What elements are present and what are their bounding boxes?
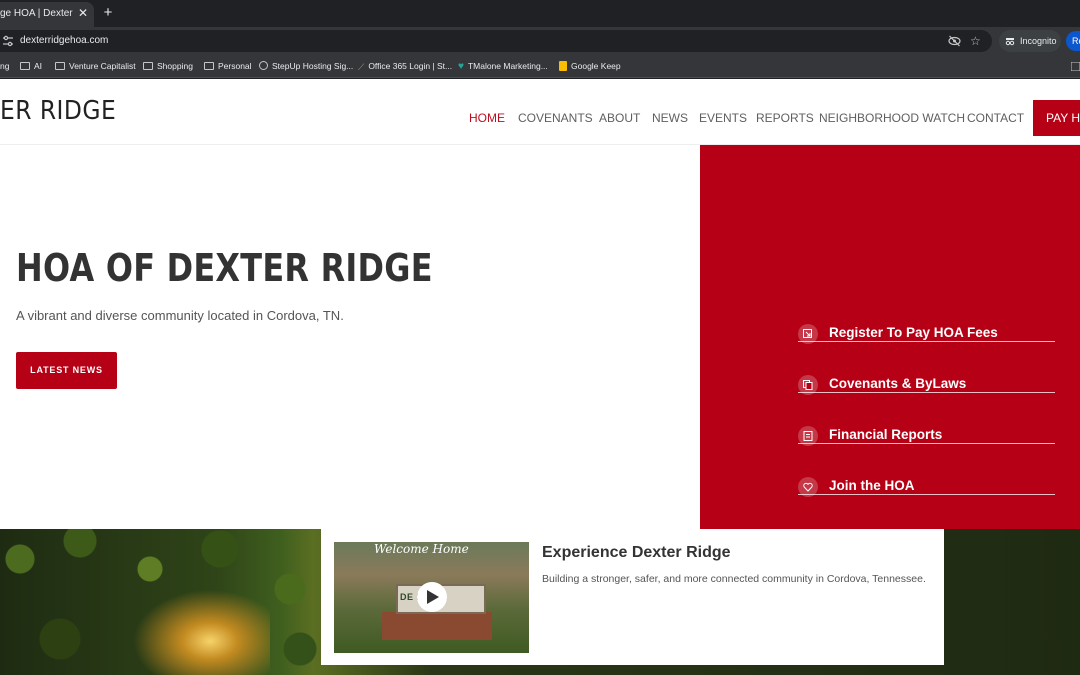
folder-icon — [143, 61, 153, 70]
bookmark-star-icon[interactable]: ☆ — [970, 34, 981, 48]
quick-link-label: Join the HOA — [829, 478, 915, 493]
site-header: ER RIDGE HOME COVENANTS ABOUT NEWS EVENT… — [0, 79, 1080, 145]
hero-subtitle: A vibrant and diverse community located … — [16, 308, 344, 323]
bookmark-folder-ai[interactable]: AI — [20, 54, 42, 78]
bookmark-label: TMalone Marketing... — [467, 61, 548, 71]
bookmark-folder-shopping[interactable]: Shopping — [143, 54, 193, 78]
feature-card: DE RIDGE Welcome Home Experience Dexter … — [321, 529, 944, 665]
site-settings-icon[interactable] — [2, 35, 14, 47]
bookmark-label: Google Keep — [571, 61, 621, 71]
nav-news[interactable]: NEWS — [652, 111, 688, 125]
bookmark-item[interactable]: ng — [0, 54, 9, 78]
eye-off-icon[interactable] — [948, 35, 961, 47]
bookmark-google-keep[interactable]: Google Keep — [559, 54, 621, 78]
bookmark-folder-personal[interactable]: Personal — [204, 54, 252, 78]
quick-link-label: Financial Reports — [829, 427, 943, 442]
card-text: Building a stronger, safer, and more con… — [542, 573, 926, 585]
tm-icon: ♥ — [458, 60, 464, 72]
url-text[interactable]: dexterridgehoa.com — [20, 30, 108, 52]
nav-contact[interactable]: CONTACT — [967, 111, 1024, 125]
folder-icon — [20, 61, 30, 70]
heart-icon — [798, 477, 818, 497]
video-thumbnail[interactable]: DE RIDGE Welcome Home — [334, 542, 529, 653]
bookmark-label: ng — [0, 61, 10, 71]
incognito-icon — [1005, 38, 1015, 46]
folder-icon — [55, 61, 65, 70]
tab-strip: ge HOA | Dexter Ridg ✕ + — [0, 0, 1080, 27]
copy-icon — [798, 375, 818, 395]
quick-link-label: Covenants & ByLaws — [829, 376, 967, 391]
bookmark-tmalone-marketing[interactable]: ♥ TMalone Marketing... — [458, 54, 548, 78]
latest-news-button[interactable]: LATEST NEWS — [16, 352, 117, 389]
nav-neighborhood-watch[interactable]: NEIGHBORHOOD WATCH — [819, 111, 965, 125]
quick-link-label: Register To Pay HOA Fees — [829, 325, 998, 340]
browser-toolbar: dexterridgehoa.com ☆ Incognito Re — [0, 27, 1080, 54]
incognito-label: Incognito — [1020, 36, 1057, 46]
address-bar[interactable]: dexterridgehoa.com ☆ — [0, 30, 992, 52]
nav-events[interactable]: EVENTS — [699, 111, 747, 125]
quick-link-register[interactable]: Register To Pay HOA Fees — [798, 291, 1055, 344]
bookmarks-bar: ng AI Venture Capitalist Shopping Person… — [0, 54, 1080, 78]
bookmark-label: StepUp Hosting Sig... — [272, 61, 354, 71]
site-logo[interactable]: ER RIDGE — [0, 96, 116, 126]
bookmark-label: Shopping — [157, 61, 193, 71]
bookmark-label: Personal — [218, 61, 252, 71]
bookmark-office365[interactable]: ⟋ Office 365 Login | St... — [358, 54, 452, 78]
nav-home[interactable]: HOME — [469, 111, 505, 125]
card-title: Experience Dexter Ridge — [542, 544, 731, 561]
brick-wall — [382, 612, 492, 640]
new-tab-button[interactable]: + — [101, 4, 115, 22]
bookmark-label: Office 365 Login | St... — [368, 61, 453, 71]
hero-title: HOA OF DEXTER RIDGE — [16, 246, 433, 290]
sunlight-glow — [120, 581, 270, 675]
webpage: ER RIDGE HOME COVENANTS ABOUT NEWS EVENT… — [0, 79, 1080, 675]
bookmark-folder-venture-capitalist[interactable]: Venture Capitalist — [55, 54, 136, 78]
nav-about[interactable]: ABOUT — [599, 111, 640, 125]
folder-icon — [204, 61, 214, 70]
leaf-icon: ⟋ — [358, 61, 365, 72]
incognito-badge[interactable]: Incognito — [999, 30, 1061, 52]
relaunch-button[interactable]: Re — [1066, 31, 1080, 51]
bookmark-label: Venture Capitalist — [69, 61, 136, 71]
keep-icon — [559, 60, 567, 71]
quick-link-covenants[interactable]: Covenants & ByLaws — [798, 342, 1055, 395]
globe-icon — [259, 61, 268, 71]
pay-hoa-button[interactable]: PAY HOA — [1033, 100, 1080, 136]
browser-tab-active[interactable]: ge HOA | Dexter Ridg ✕ — [0, 2, 94, 27]
quick-link-join[interactable]: Join the HOA — [798, 444, 1055, 497]
external-link-icon — [798, 324, 818, 344]
close-icon[interactable]: ✕ — [78, 2, 88, 25]
tab-title: ge HOA | Dexter Ridg — [0, 8, 74, 19]
nav-covenants[interactable]: COVENANTS — [518, 111, 593, 125]
all-bookmarks-icon[interactable] — [1071, 62, 1080, 71]
welcome-text: Welcome Home — [374, 542, 469, 556]
bookmark-stepup-hosting[interactable]: StepUp Hosting Sig... — [259, 54, 353, 78]
quick-link-financial-reports[interactable]: Financial Reports — [798, 393, 1055, 446]
play-icon[interactable] — [417, 582, 447, 612]
nav-reports[interactable]: REPORTS — [756, 111, 814, 125]
bookmark-label: AI — [34, 61, 43, 71]
document-icon — [798, 426, 818, 446]
